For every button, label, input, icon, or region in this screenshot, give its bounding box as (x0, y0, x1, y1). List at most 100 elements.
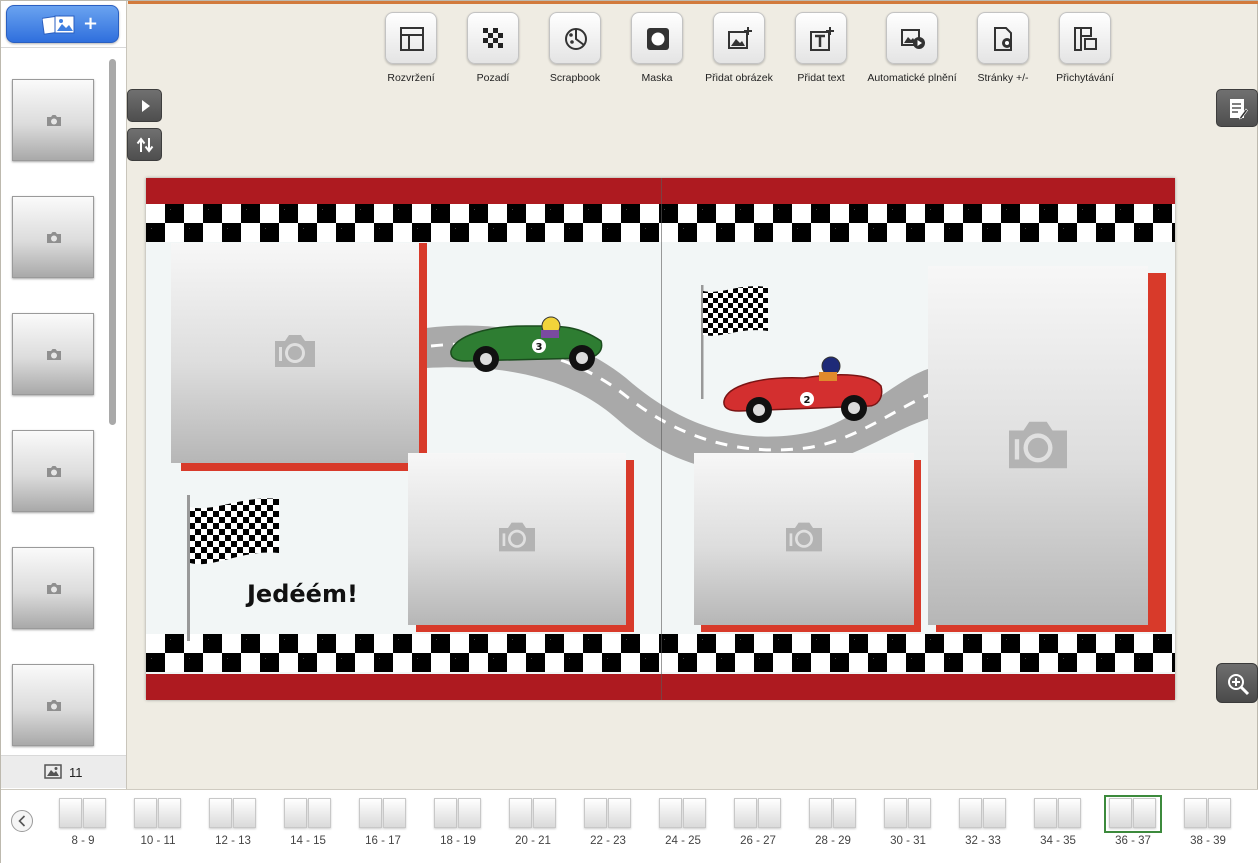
photo-placeholder[interactable] (928, 266, 1148, 625)
spread-thumbnail[interactable] (59, 798, 107, 830)
page-spine (661, 178, 662, 700)
toolbar-autofill-button[interactable]: Automatické plnění (866, 12, 958, 90)
document-edit-icon (1230, 99, 1248, 120)
page-thumbnail[interactable]: 30 - 31 (879, 795, 937, 851)
scrapbook-icon (565, 28, 587, 50)
toolbar-button-face[interactable] (886, 12, 938, 64)
spread-thumbnail[interactable] (959, 798, 1007, 830)
play-right-icon (142, 100, 150, 112)
page-thumbnail[interactable]: 32 - 33 (954, 795, 1012, 851)
image-icon (44, 764, 62, 779)
autofill-icon (901, 29, 925, 49)
expand-sidebar-button[interactable] (127, 89, 162, 122)
mask-icon (647, 28, 669, 50)
page-thumbnail[interactable]: 12 - 13 (204, 795, 262, 851)
photo-thumbnail[interactable] (12, 313, 94, 395)
page-range-label: 28 - 29 (815, 835, 851, 847)
camera-icon (47, 583, 61, 594)
spread-thumbnail[interactable] (434, 798, 482, 830)
photo-thumbnail[interactable] (12, 79, 94, 161)
page-range-label: 34 - 35 (1040, 835, 1076, 847)
page-thumbnail[interactable]: 14 - 15 (279, 795, 337, 851)
page-range-label: 30 - 31 (890, 835, 926, 847)
add-text-icon (810, 27, 834, 51)
photo-placeholder[interactable] (408, 453, 626, 625)
camera-icon (47, 466, 61, 477)
page-thumbnail[interactable]: 10 - 11 (129, 795, 187, 851)
camera-icon (47, 232, 61, 243)
spread-thumbnail[interactable] (734, 798, 782, 830)
photo-thumbnail[interactable] (12, 196, 94, 278)
sidebar-scrollbar[interactable] (109, 59, 116, 425)
camera-icon (47, 349, 61, 360)
spread-thumbnail[interactable] (284, 798, 332, 830)
spread-thumbnail[interactable] (809, 798, 857, 830)
chevron-left-icon (18, 815, 26, 827)
spread-thumbnail[interactable] (134, 798, 182, 830)
photobook-editor: + 11 Rozvržení Pozadí Scrapbook Maska Přidat… (0, 0, 1258, 863)
page-range-label: 20 - 21 (515, 835, 551, 847)
page-thumbnail[interactable]: 22 - 23 (579, 795, 637, 851)
page-thumbnail[interactable]: 38 - 39 (1179, 795, 1237, 851)
photo-thumbnail[interactable] (12, 547, 94, 629)
photo-thumbnail[interactable] (12, 430, 94, 512)
spread-thumbnail[interactable] (1104, 795, 1162, 833)
spread-thumbnail[interactable] (659, 798, 707, 830)
toolbar-button-face[interactable] (977, 12, 1029, 64)
caption-text[interactable]: Jedéém! (247, 580, 358, 608)
toolbar-button-face[interactable] (385, 12, 437, 64)
sort-button[interactable] (127, 128, 162, 161)
car-number: 3 (536, 342, 543, 353)
photo-placeholder[interactable] (171, 243, 419, 463)
toolbar-button-face[interactable] (549, 12, 601, 64)
page-thumbnail[interactable]: 8 - 9 (54, 795, 112, 851)
pages-icon (994, 27, 1012, 51)
page-range-label: 18 - 19 (440, 835, 476, 847)
camera-icon (1009, 421, 1067, 469)
page-thumbnail[interactable]: 18 - 19 (429, 795, 487, 851)
zoom-button[interactable] (1216, 663, 1258, 703)
toolbar-button-face[interactable] (795, 12, 847, 64)
camera-icon (499, 522, 535, 552)
spread-thumbnail[interactable] (509, 798, 557, 830)
page-thumbnail[interactable]: 24 - 25 (654, 795, 712, 851)
page-notes-button[interactable] (1216, 89, 1258, 127)
checkered-flag[interactable] (183, 493, 281, 641)
checkered-flag[interactable] (698, 283, 770, 401)
main-toolbar: Rozvržení Pozadí Scrapbook Maska Přidat obrá… (128, 1, 1258, 91)
add-plus: + (83, 13, 99, 34)
page-thumbnail[interactable]: 28 - 29 (804, 795, 862, 851)
spread-thumbnail[interactable] (1034, 798, 1082, 830)
page-range-label: 32 - 33 (965, 835, 1001, 847)
page-range-label: 26 - 27 (740, 835, 776, 847)
add-photos-button[interactable]: + (6, 5, 119, 43)
layout-icon (400, 27, 424, 51)
page-thumbnail[interactable]: 16 - 17 (354, 795, 412, 851)
page-thumbnail[interactable]: 26 - 27 (729, 795, 787, 851)
spread-thumbnail[interactable] (1184, 798, 1232, 830)
spread-thumbnail[interactable] (359, 798, 407, 830)
toolbar-snap-button[interactable]: Přichytávání (1039, 12, 1131, 90)
green-race-car[interactable]: 3 (446, 306, 606, 376)
spread-thumbnail[interactable] (209, 798, 257, 830)
photo-thumbnail[interactable] (12, 664, 94, 746)
page-thumbnail[interactable]: 34 - 35 (1029, 795, 1087, 851)
toolbar-add-text-button[interactable]: Přidat text (775, 12, 867, 90)
photo-placeholder[interactable] (694, 453, 914, 625)
toolbar-button-face[interactable] (1059, 12, 1111, 64)
spread-thumbnail[interactable] (584, 798, 632, 830)
page-spread[interactable]: 3 2 Jedéém! (146, 178, 1175, 700)
sort-arrows-icon (136, 137, 154, 153)
page-thumbnail[interactable]: 36 - 37 (1104, 795, 1162, 851)
previous-pages-button[interactable] (11, 810, 33, 832)
page-range-label: 22 - 23 (590, 835, 626, 847)
page-range-label: 24 - 25 (665, 835, 701, 847)
toolbar-button-face[interactable] (467, 12, 519, 64)
toolbar-button-face[interactable] (631, 12, 683, 64)
photo-sidebar: + 11 (1, 1, 127, 789)
zoom-in-icon (1228, 674, 1250, 696)
page-thumbnail[interactable]: 20 - 21 (504, 795, 562, 851)
camera-icon (275, 335, 315, 367)
toolbar-button-face[interactable] (713, 12, 765, 64)
spread-thumbnail[interactable] (884, 798, 932, 830)
